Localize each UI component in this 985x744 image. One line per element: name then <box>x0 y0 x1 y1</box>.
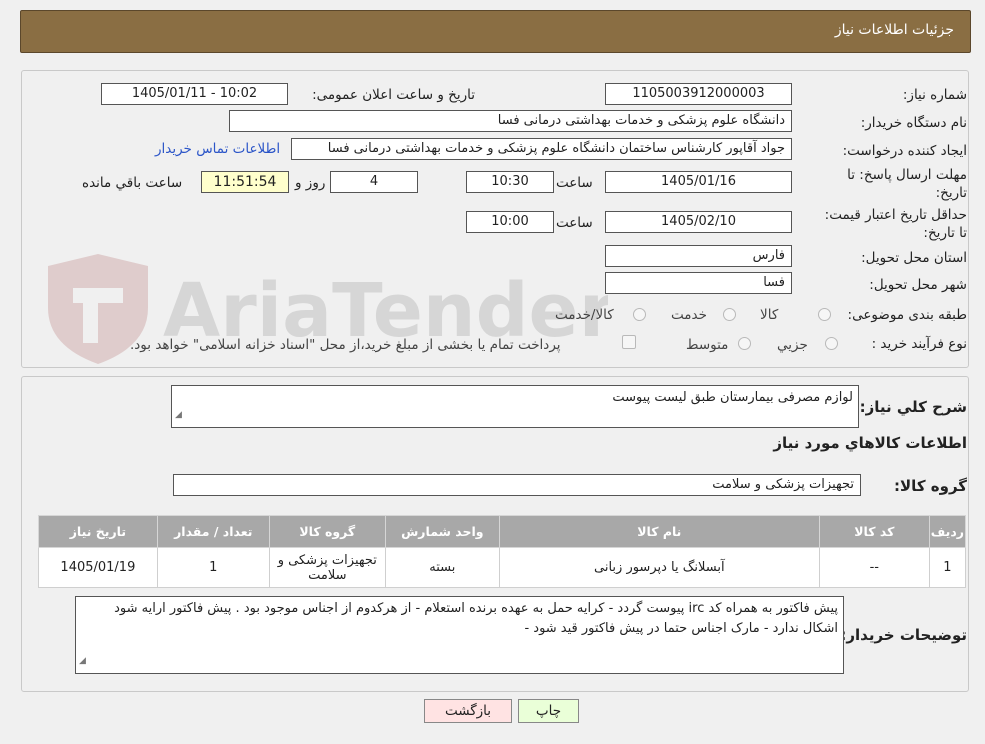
process-minor-label: جزيي <box>777 337 808 353</box>
validity-label: حداقل تاریخ اعتبار قیمت: تا تاریخ: <box>824 207 967 241</box>
col-qty-header: تعداد / مقدار <box>156 515 270 548</box>
requester-label: ایجاد کننده درخواست: <box>842 143 967 159</box>
col-unit-header: واحد شمارش <box>384 515 500 548</box>
announce-label: تاریخ و ساعت اعلان عمومی: <box>312 87 475 103</box>
buyer-org-label: نام دستگاه خریدار: <box>860 115 967 131</box>
table-header-row: رديف کد کالا نام کالا واحد شمارش گروه کا… <box>38 515 967 548</box>
deadline-time-field[interactable]: 10:30 <box>466 171 554 193</box>
days-field[interactable]: 4 <box>330 171 418 193</box>
table-row: 1 -- آبسلانگ یا دپرسور زبانی بسته تجهیزا… <box>38 547 967 588</box>
category-goods-service-radio[interactable] <box>633 308 646 321</box>
validity-date-field[interactable]: 1405/02/10 <box>605 211 792 233</box>
page-header: جزئیات اطلاعات نیاز <box>20 10 971 53</box>
city-field[interactable]: فسا <box>605 272 792 294</box>
buyer-notes-label: توضیحات خریدار: <box>840 626 967 644</box>
announce-datetime-field[interactable]: 1405/01/11 - 10:02 <box>101 83 288 105</box>
need-number-field[interactable]: 1105003912000003 <box>605 83 792 105</box>
item-name-cell: آبسلانگ یا دپرسور زبانی <box>498 547 820 588</box>
city-label: شهر محل تحویل: <box>869 277 967 293</box>
remaining-time-field: 11:51:54 <box>201 171 289 193</box>
category-service-label: خدمت <box>671 307 707 323</box>
unit-cell: بسته <box>384 547 500 588</box>
deadline-time-label: ساعت <box>556 175 593 191</box>
process-label: نوع فرآیند خرید : <box>871 336 967 352</box>
process-medium-label: متوسط <box>686 337 729 353</box>
province-field[interactable]: فارس <box>605 245 792 267</box>
treasury-note: پرداخت تمام یا بخشی از مبلغ خرید،از محل … <box>130 337 561 353</box>
page-title: جزئیات اطلاعات نیاز <box>834 22 954 38</box>
buyer-notes-text: پیش فاکتور به همراه کد irc پیوست گردد - … <box>114 601 838 636</box>
group-cell: تجهیزات پزشکی و سلامت <box>268 547 386 588</box>
resize-grip-icon[interactable]: ◢ <box>79 651 86 671</box>
quantity-cell: 1 <box>156 547 270 588</box>
treasury-checkbox[interactable] <box>622 335 636 349</box>
process-minor-radio[interactable] <box>825 337 838 350</box>
deadline-label: مهلت ارسال پاسخ: تا تاریخ: <box>847 167 967 201</box>
col-name-header: نام کالا <box>498 515 820 548</box>
province-label: استان محل تحویل: <box>861 250 967 266</box>
remaining-label: ساعت باقي مانده <box>82 175 183 191</box>
resize-grip-icon[interactable]: ◢ <box>175 405 182 425</box>
col-code-header: کد کالا <box>818 515 930 548</box>
need-date-cell: 1405/01/19 <box>38 547 158 588</box>
buyer-org-field[interactable]: دانشگاه علوم پزشکی و خدمات بهداشتی درمان… <box>229 110 792 132</box>
summary-text: لوازم مصرفی بیمارستان طبق لیست پیوست <box>612 390 853 405</box>
group-label: گروه کالا: <box>894 477 967 495</box>
days-label: روز و <box>295 175 326 191</box>
col-date-header: تاريخ نياز <box>38 515 158 548</box>
process-medium-radio[interactable] <box>738 337 751 350</box>
requester-field[interactable]: جواد آقاپور کارشناس ساختمان دانشگاه علوم… <box>291 138 792 160</box>
category-goods-label: کالا <box>760 307 779 323</box>
group-field[interactable]: تجهیزات پزشکی و سلامت <box>173 474 861 496</box>
summary-textarea[interactable]: لوازم مصرفی بیمارستان طبق لیست پیوست ◢ <box>171 385 859 428</box>
row-number-cell: 1 <box>928 547 967 588</box>
items-table: رديف کد کالا نام کالا واحد شمارش گروه کا… <box>38 515 967 588</box>
item-code-cell: -- <box>818 547 930 588</box>
validity-time-field[interactable]: 10:00 <box>466 211 554 233</box>
summary-label: شرح کلي نياز: <box>859 398 967 416</box>
back-button[interactable]: بازگشت <box>424 699 512 723</box>
need-number-label: شماره نیاز: <box>902 87 967 103</box>
buyer-notes-textarea[interactable]: پیش فاکتور به همراه کد irc پیوست گردد - … <box>75 596 844 674</box>
deadline-date-field[interactable]: 1405/01/16 <box>605 171 792 193</box>
col-group-header: گروه کالا <box>268 515 386 548</box>
items-heading: اطلاعات کالاهاي مورد نياز <box>773 434 967 452</box>
category-goods-radio[interactable] <box>818 308 831 321</box>
category-label: طبقه بندی موضوعی: <box>847 307 967 323</box>
col-row-header: رديف <box>928 515 967 548</box>
category-goods-service-label: کالا/خدمت <box>555 307 614 323</box>
buyer-contact-link[interactable]: اطلاعات تماس خریدار <box>155 141 280 157</box>
category-service-radio[interactable] <box>723 308 736 321</box>
print-button[interactable]: چاپ <box>518 699 579 723</box>
validity-time-label: ساعت <box>556 215 593 231</box>
